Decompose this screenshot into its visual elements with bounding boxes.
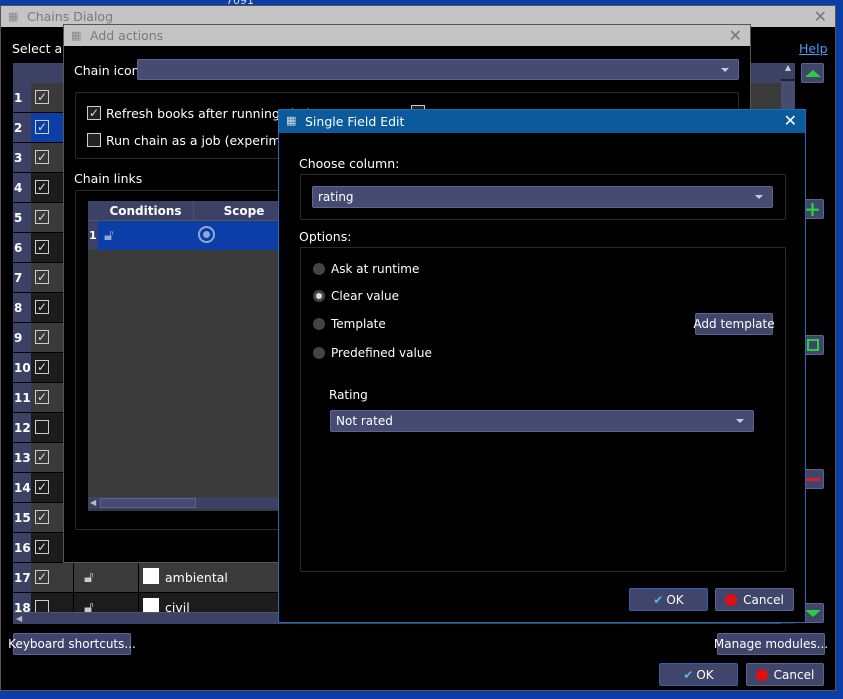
ok-label: OK: [666, 592, 684, 607]
row-number: 13: [13, 443, 31, 472]
row-number: 3: [13, 143, 31, 172]
enabled-checkbox[interactable]: ✓: [35, 330, 49, 344]
add-actions-titlebar: ▦ Add actions ✕: [64, 25, 750, 46]
option-label: Predefined value: [331, 346, 432, 360]
enabled-checkbox[interactable]: ✓: [35, 300, 49, 314]
enabled-checkbox[interactable]: [35, 420, 49, 434]
stop-icon: [725, 593, 738, 606]
row-number: 11: [13, 383, 31, 412]
row-number: 9: [13, 323, 31, 352]
row-number: 8: [13, 293, 31, 322]
row-number: 7: [13, 263, 31, 292]
row-number: 6: [13, 233, 31, 262]
row-number: 12: [13, 413, 31, 442]
row-number: 14: [13, 473, 31, 502]
chain-icon-combo[interactable]: [137, 59, 739, 80]
enabled-checkbox[interactable]: ✓: [35, 540, 49, 554]
window-title: Add actions: [90, 28, 164, 43]
cancel-label: Cancel: [773, 667, 815, 682]
row-number: 16: [13, 533, 31, 562]
enabled-checkbox[interactable]: ✓: [35, 270, 49, 284]
cancel-label: Cancel: [743, 592, 784, 607]
row-number: 1: [88, 221, 98, 250]
enabled-checkbox[interactable]: ✓: [35, 570, 49, 584]
cancel-button[interactable]: Cancel: [746, 663, 824, 686]
rating-label: Rating: [329, 388, 368, 402]
close-icon[interactable]: ✕: [784, 111, 797, 130]
row-number: 1: [13, 83, 31, 112]
minus-icon: [805, 478, 820, 481]
calibre-icon: ▦: [286, 114, 297, 127]
option-label: Clear value: [331, 289, 399, 303]
chain-links-label: Chain links: [74, 171, 143, 186]
enabled-checkbox[interactable]: ✓: [35, 240, 49, 254]
row-number: 5: [13, 203, 31, 232]
row-number: 4: [13, 173, 31, 202]
option-radio[interactable]: [313, 263, 325, 275]
add-template-button[interactable]: Add template: [693, 313, 775, 335]
single-field-edit-titlebar: ▦ Single Field Edit ✕: [279, 110, 805, 133]
enabled-checkbox[interactable]: ✓: [35, 480, 49, 494]
option-label: Template: [331, 317, 386, 331]
options-label: Options:: [299, 229, 352, 244]
ok-label: OK: [696, 667, 714, 682]
option-label: Ask at runtime: [331, 262, 420, 276]
table-row[interactable]: 🔓︎: [98, 221, 288, 250]
enabled-cell: ✓: [31, 563, 73, 592]
option-radio[interactable]: [313, 347, 325, 359]
chain-name: ambiental: [165, 570, 228, 585]
ok-button[interactable]: ✔ OK: [629, 588, 708, 611]
cancel-button[interactable]: Cancel: [715, 588, 794, 611]
choose-column-label: Choose column:: [299, 156, 400, 171]
row-number: 15: [13, 503, 31, 532]
keyboard-shortcuts-button[interactable]: Keyboard shortcuts...: [8, 633, 136, 655]
enabled-checkbox[interactable]: ✓: [35, 90, 49, 104]
run-as-job-checkbox[interactable]: [87, 133, 101, 147]
unlock-icon: 🔓︎: [104, 226, 114, 244]
refresh-checkbox[interactable]: ✓: [87, 106, 101, 120]
enabled-checkbox[interactable]: ✓: [35, 360, 49, 374]
rating-combo[interactable]: Not rated: [330, 410, 754, 432]
enabled-checkbox[interactable]: ✓: [35, 180, 49, 194]
enabled-checkbox[interactable]: ✓: [35, 450, 49, 464]
enabled-checkbox[interactable]: ✓: [35, 120, 49, 134]
row-number: 17: [13, 563, 31, 592]
checkmark-icon: ✔: [683, 667, 694, 682]
chevron-down-icon: [721, 68, 729, 72]
ok-button[interactable]: ✔ OK: [659, 663, 738, 686]
option-radio[interactable]: [313, 318, 325, 330]
enabled-checkbox[interactable]: ✓: [35, 390, 49, 404]
combo-value: Not rated: [336, 414, 393, 428]
calibre-icon: ▦: [8, 10, 19, 23]
move-up-button[interactable]: [801, 63, 824, 83]
copy-icon: [807, 339, 819, 351]
row-number: 10: [13, 353, 31, 382]
calibre-icon: ▦: [71, 29, 82, 42]
option-radio[interactable]: [313, 290, 325, 302]
checkmark-icon: ✔: [653, 592, 664, 607]
row-number: 2: [13, 113, 31, 142]
close-icon[interactable]: ✕: [814, 7, 827, 26]
scope-icon: [198, 226, 215, 243]
chevron-down-icon: [755, 195, 763, 199]
close-icon[interactable]: ✕: [729, 26, 742, 45]
manage-modules-button[interactable]: Manage modules...: [714, 633, 828, 655]
column-header-conditions[interactable]: Conditions: [98, 201, 194, 221]
unlock-icon: 🔓︎: [84, 568, 94, 586]
window-title: Single Field Edit: [305, 114, 405, 129]
help-link[interactable]: Help: [799, 41, 828, 56]
enabled-checkbox[interactable]: ✓: [35, 510, 49, 524]
chevron-down-icon: [736, 419, 744, 423]
column-combo[interactable]: rating: [312, 186, 773, 208]
window-title: Chains Dialog: [27, 9, 114, 24]
chain-icon-label: Chain icon: [74, 63, 140, 78]
single-field-edit-dialog: ▦ Single Field Edit ✕ Choose column: rat…: [278, 109, 806, 623]
enabled-checkbox[interactable]: ✓: [35, 150, 49, 164]
combo-value: rating: [318, 190, 354, 204]
stop-icon: [755, 668, 768, 681]
chain-links-table: Conditions Scope 1 🔓︎ ◀: [88, 201, 288, 511]
enabled-checkbox[interactable]: ✓: [35, 210, 49, 224]
chain-image: [143, 568, 159, 584]
horizontal-scrollbar[interactable]: ◀: [88, 497, 288, 509]
